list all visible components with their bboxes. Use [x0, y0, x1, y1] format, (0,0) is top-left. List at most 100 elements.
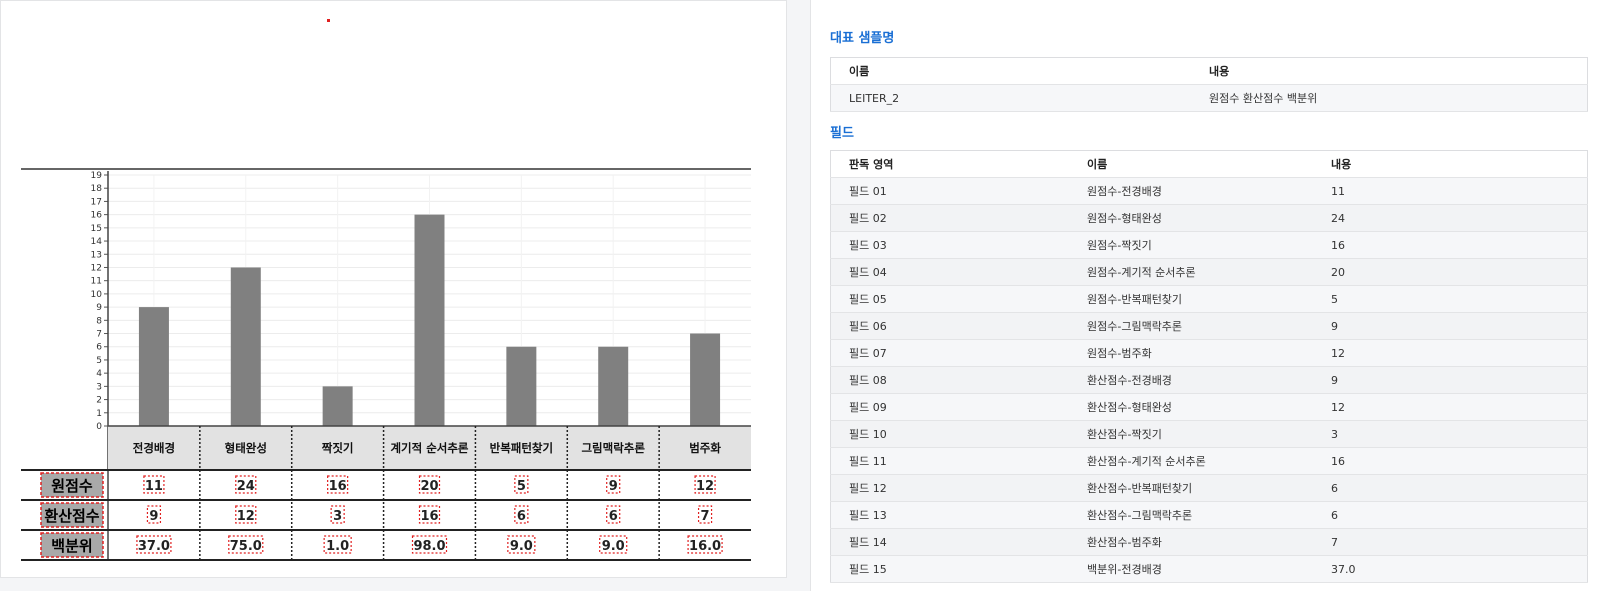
field-value-cell: 20 [1313, 258, 1588, 286]
score-value: 98.0 [413, 539, 445, 554]
table-row[interactable]: 필드 05 원점수-반복패턴찾기 5 [830, 285, 1588, 313]
score-value: 3 [333, 509, 342, 524]
score-value: 11 [145, 479, 163, 494]
column-header: 이름 [1069, 150, 1313, 178]
field-area-cell: 필드 01 [830, 177, 1069, 205]
field-value-cell: 3 [1313, 420, 1588, 448]
result-panel: 대표 샘플명 이름 내용 LEITER_2 원점수 환산점수 백분위 필드 판독… [810, 0, 1606, 591]
category-label: 계기적 순서추론 [390, 441, 468, 455]
y-tick-label: 5 [96, 356, 102, 366]
table-row[interactable]: 필드 03 원점수-짝짓기 16 [830, 231, 1588, 259]
field-value-cell: 11 [1313, 177, 1588, 205]
field-name-cell: 환산점수-계기적 순서추론 [1069, 447, 1313, 475]
y-tick-label: 7 [96, 330, 102, 340]
field-name-cell: 환산점수-짝짓기 [1069, 420, 1313, 448]
field-value-cell: 37.0 [1313, 555, 1588, 583]
score-value: 20 [420, 479, 438, 494]
sample-section-title: 대표 샘플명 [830, 31, 895, 46]
field-name-cell: 원점수-그림맥락추론 [1069, 312, 1313, 340]
y-tick-label: 9 [96, 303, 102, 313]
table-header-row: 이름 내용 [830, 57, 1588, 85]
table-row[interactable]: 필드 07 원점수-범주화 12 [830, 339, 1588, 367]
field-area-cell: 필드 06 [830, 312, 1069, 340]
table-row[interactable]: 필드 06 원점수-그림맥락추론 9 [830, 312, 1588, 340]
score-value: 37.0 [138, 539, 170, 554]
field-value-cell: 9 [1313, 312, 1588, 340]
score-value: 9.0 [602, 539, 625, 554]
field-name-cell: 환산점수-형태완성 [1069, 393, 1313, 421]
field-value-cell: 9 [1313, 366, 1588, 394]
document-preview-panel: 0 1 2 3 4 5 6 7 8 9 10 11 12 13 14 15 16 17 18 19 전경배경 형태완성 짝짓… [0, 0, 787, 578]
field-name-cell: 원점수-형태완성 [1069, 204, 1313, 232]
y-tick-label: 18 [91, 184, 103, 194]
score-value: 7 [701, 509, 710, 524]
field-name-cell: 원점수-전경배경 [1069, 177, 1313, 205]
field-name-cell: 환산점수-범주화 [1069, 528, 1313, 556]
table-row[interactable]: LEITER_2 원점수 환산점수 백분위 [830, 84, 1588, 112]
score-value: 24 [237, 479, 255, 494]
field-value-cell: 16 [1313, 231, 1588, 259]
y-tick-label: 11 [91, 277, 102, 287]
column-header: 내용 [1313, 150, 1588, 178]
score-value: 1.0 [326, 539, 349, 554]
score-value: 16 [329, 479, 347, 494]
y-tick-label: 4 [96, 369, 102, 379]
y-tick-label: 16 [91, 211, 103, 221]
table-row[interactable]: 필드 09 환산점수-형태완성 12 [830, 393, 1588, 421]
table-row[interactable]: 필드 01 원점수-전경배경 11 [830, 177, 1588, 205]
field-name-cell: 원점수-짝짓기 [1069, 231, 1313, 259]
score-value: 16.0 [689, 539, 721, 554]
y-tick-label: 0 [96, 422, 102, 432]
sample-name-cell: LEITER_2 [830, 84, 1191, 112]
table-row[interactable]: 필드 10 환산점수-짝짓기 3 [830, 420, 1588, 448]
bar [414, 214, 445, 426]
field-area-cell: 필드 11 [830, 447, 1069, 475]
column-header: 내용 [1191, 57, 1588, 85]
sample-table: 이름 내용 LEITER_2 원점수 환산점수 백분위 [830, 57, 1588, 112]
y-tick-label: 17 [91, 197, 102, 207]
y-tick-label: 6 [96, 343, 102, 353]
field-area-cell: 필드 04 [830, 258, 1069, 286]
y-tick-label: 15 [91, 224, 102, 234]
field-area-cell: 필드 14 [830, 528, 1069, 556]
field-value-cell: 16 [1313, 447, 1588, 475]
score-value: 12 [696, 479, 714, 494]
field-name-cell: 백분위-전경배경 [1069, 555, 1313, 583]
field-value-cell: 12 [1313, 393, 1588, 421]
table-row[interactable]: 필드 02 원점수-형태완성 24 [830, 204, 1588, 232]
y-tick-label: 1 [96, 409, 102, 419]
score-value: 9 [609, 479, 618, 494]
score-row-label: 환산점수 [44, 507, 99, 525]
field-area-cell: 필드 10 [830, 420, 1069, 448]
field-value-cell: 12 [1313, 339, 1588, 367]
score-value: 6 [517, 509, 526, 524]
table-row[interactable]: 필드 08 환산점수-전경배경 9 [830, 366, 1588, 394]
score-value: 16 [420, 509, 438, 524]
category-label: 전경배경 [133, 441, 175, 455]
field-name-cell: 원점수-계기적 순서추론 [1069, 258, 1313, 286]
category-label: 그림맥락추론 [581, 441, 645, 455]
y-tick-label: 3 [96, 382, 102, 392]
table-row[interactable]: 필드 15 백분위-전경배경 37.0 [830, 555, 1588, 583]
score-row-label: 백분위 [51, 537, 92, 555]
field-area-cell: 필드 09 [830, 393, 1069, 421]
bar [506, 346, 537, 426]
category-label: 형태완성 [225, 441, 267, 455]
field-name-cell: 환산점수-그림맥락추론 [1069, 501, 1313, 529]
score-value: 75.0 [230, 539, 262, 554]
table-row[interactable]: 필드 14 환산점수-범주화 7 [830, 528, 1588, 556]
score-chart: 012345678910111213141516171819전경배경 형태완성 짝짓… [21, 168, 751, 561]
field-section-title: 필드 [830, 126, 854, 141]
table-row[interactable]: 필드 13 환산점수-그림맥락추론 6 [830, 501, 1588, 529]
table-row[interactable]: 필드 04 원점수-계기적 순서추론 20 [830, 258, 1588, 286]
table-row[interactable]: 필드 11 환산점수-계기적 순서추론 16 [830, 447, 1588, 475]
score-value: 5 [517, 479, 526, 494]
field-area-cell: 필드 13 [830, 501, 1069, 529]
field-area-cell: 필드 12 [830, 474, 1069, 502]
score-value: 9.0 [510, 539, 533, 554]
field-area-cell: 필드 05 [830, 285, 1069, 313]
table-row[interactable]: 필드 12 환산점수-반복패턴찾기 6 [830, 474, 1588, 502]
field-area-cell: 필드 03 [830, 231, 1069, 259]
field-name-cell: 환산점수-전경배경 [1069, 366, 1313, 394]
field-area-cell: 필드 07 [830, 339, 1069, 367]
